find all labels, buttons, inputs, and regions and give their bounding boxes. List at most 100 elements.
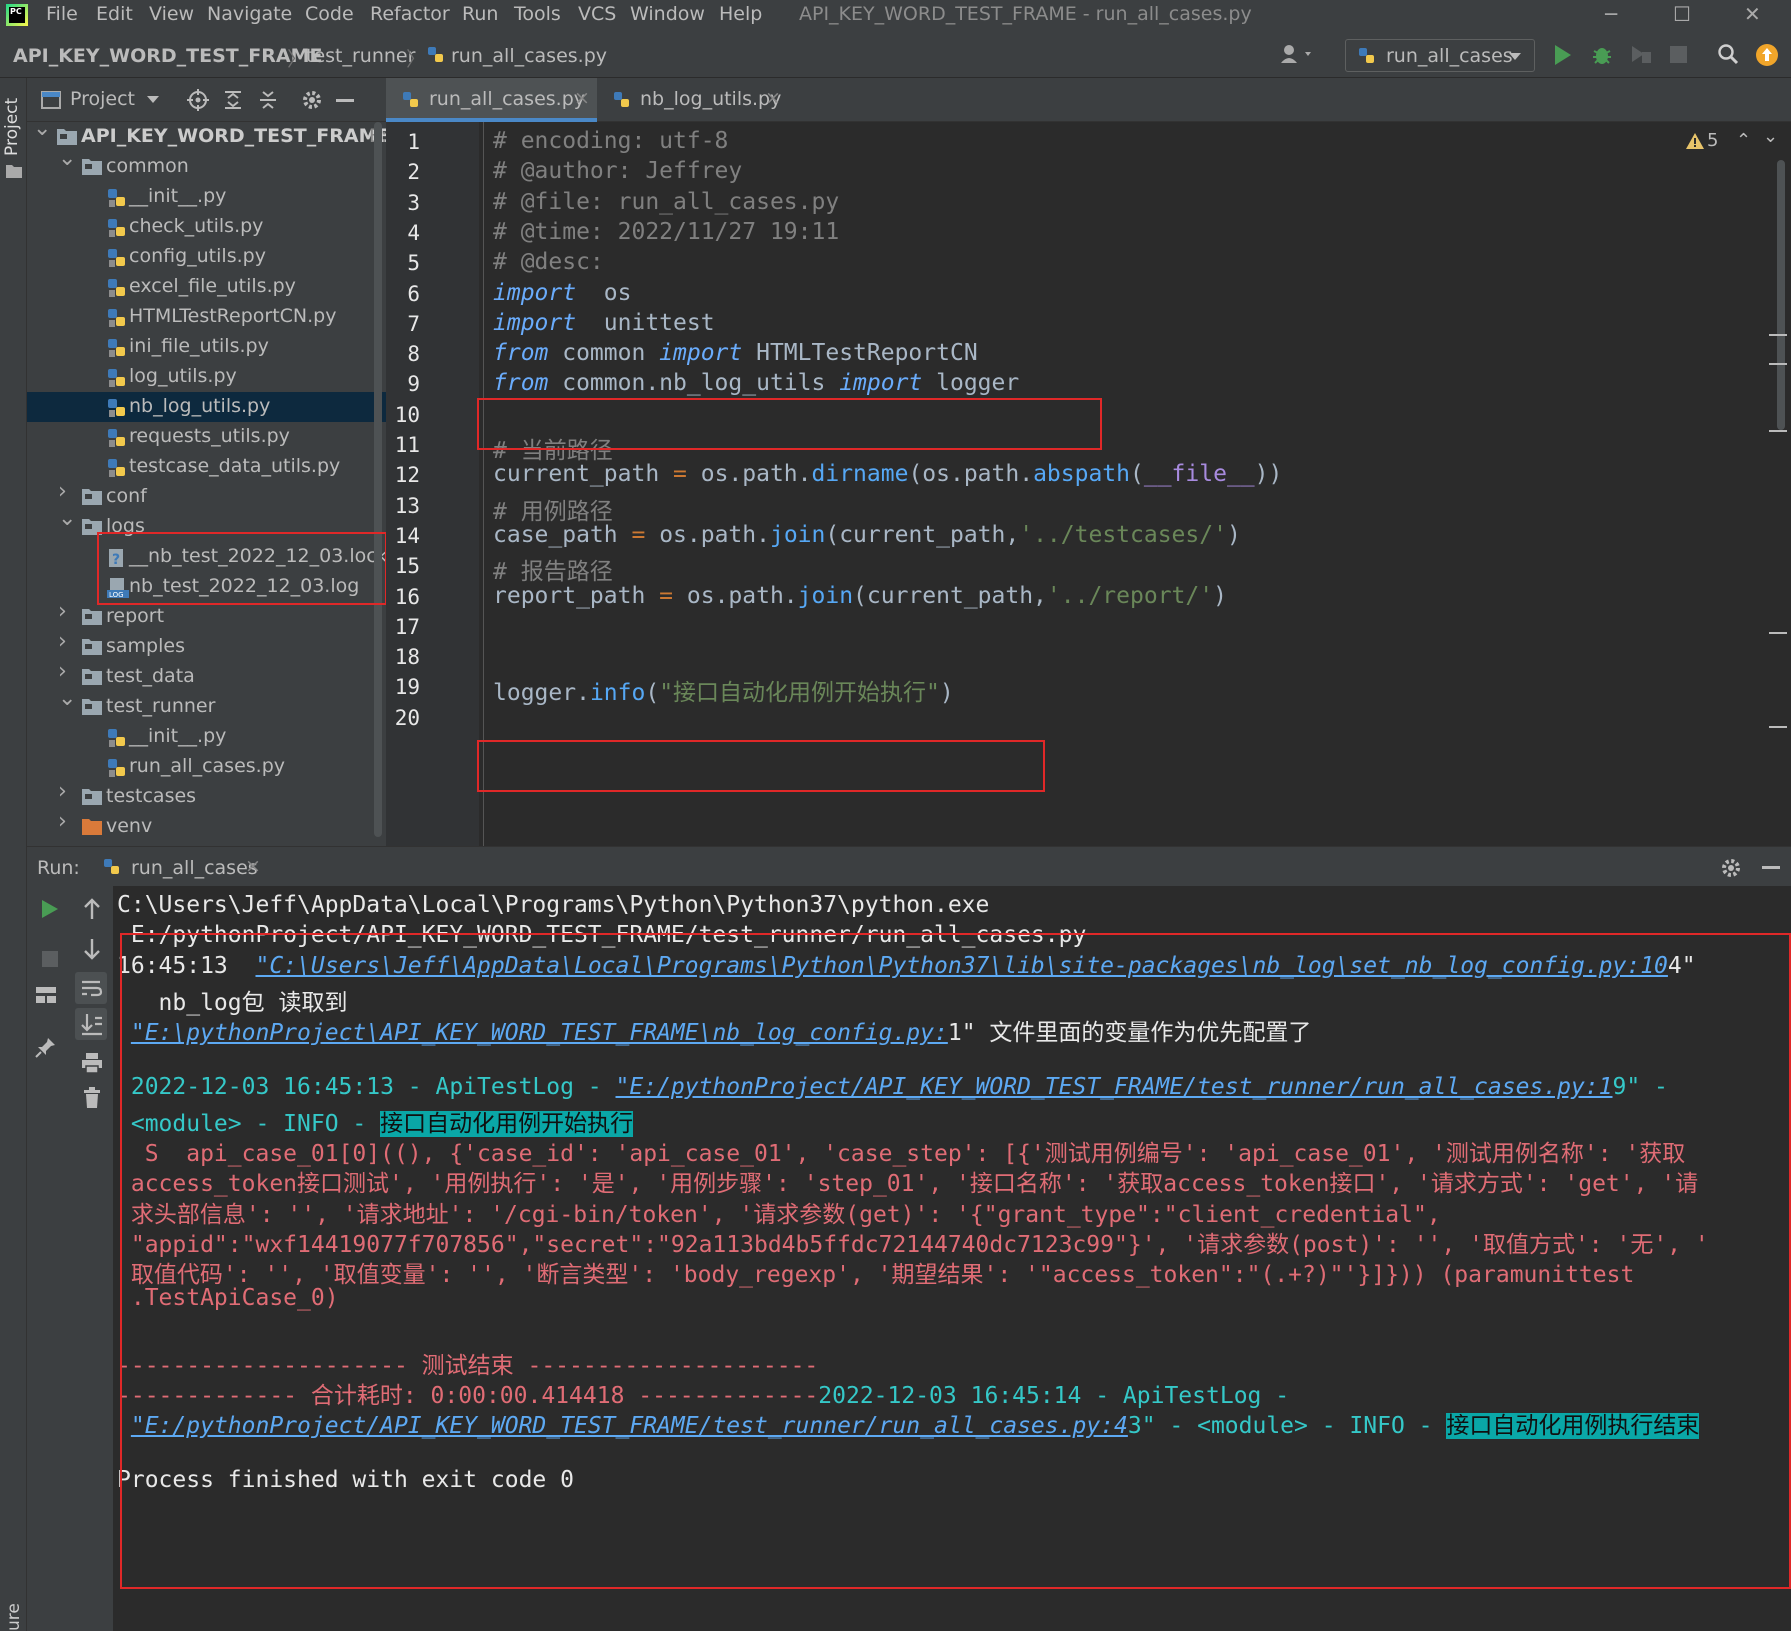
tree-file-row[interactable]: config_utils.py [27, 242, 386, 272]
close-icon[interactable]: × [765, 87, 781, 109]
code-editor[interactable]: 1 2 3 4 5 6 7 8 9 10 11 12 13 14 15 16 17 18 19 20 # encodi… [386, 122, 1791, 846]
tree-folder-row[interactable]: › venv [27, 809, 386, 842]
breadcrumb-file[interactable]: run_all_cases.py [451, 45, 607, 67]
tree-folder-row[interactable]: › report [27, 599, 386, 632]
expand-all-icon[interactable] [223, 90, 243, 110]
pin-icon[interactable] [35, 1036, 57, 1058]
structure-stripe-label[interactable]: ure [4, 1603, 24, 1631]
scroll-to-end-icon[interactable] [75, 1008, 107, 1040]
editor-scrollbar[interactable] [1777, 160, 1785, 430]
menu-item-tools[interactable]: Tools [514, 3, 561, 25]
menu-item-refactor[interactable]: Refactor [370, 3, 450, 25]
close-icon[interactable]: × [245, 855, 261, 877]
chevron-down-icon[interactable]: ⌄ [33, 116, 51, 141]
tree-file-row[interactable]: ini_file_utils.py [27, 332, 386, 362]
close-button[interactable]: ✕ [1744, 2, 1761, 26]
collapse-all-icon[interactable] [258, 90, 278, 110]
maximize-button[interactable]: ☐ [1673, 2, 1691, 26]
trash-icon[interactable] [83, 1087, 101, 1109]
tree-folder-row[interactable]: › testcases [27, 779, 386, 812]
file-link[interactable]: "C:\Users\Jeff\AppData\Local\Programs\Py… [255, 953, 1667, 979]
tree-folder-row[interactable]: › samples [27, 629, 386, 662]
minimize-icon[interactable] [1762, 866, 1780, 869]
tree-folder-row[interactable]: › test_data [27, 659, 386, 692]
menu-item-navigate[interactable]: Navigate [207, 3, 292, 25]
tab-run-all-cases[interactable]: run_all_cases.py × [386, 78, 597, 122]
tree-file-row[interactable]: log_utils.py [27, 362, 386, 392]
tree-folder-row[interactable]: ⌄ logs [27, 506, 386, 542]
user-icon[interactable] [1280, 44, 1316, 64]
chevron-right-icon[interactable]: › [58, 479, 67, 504]
tree-folder-row[interactable]: ⌄ test_runner [27, 686, 386, 722]
inspection-widget[interactable]: 5 ⌃ ⌄ [1686, 126, 1786, 158]
chevron-right-icon[interactable]: › [58, 779, 67, 804]
stop-icon[interactable] [42, 951, 58, 967]
settings-icon[interactable] [301, 89, 323, 111]
chevron-up-icon[interactable]: ⌃ [1736, 130, 1751, 151]
tab-nb-log-utils[interactable]: nb_log_utils.py × [597, 78, 797, 122]
scroll-up-icon[interactable] [83, 898, 101, 920]
breadcrumb-project[interactable]: API_KEY_WORD_TEST_FRAME [13, 45, 322, 67]
tree-folder-row[interactable]: ⌄ common [27, 146, 386, 182]
chevron-right-icon[interactable]: › [58, 659, 67, 684]
menu-item-edit[interactable]: Edit [96, 3, 133, 25]
menu-item-file[interactable]: File [46, 3, 78, 25]
layout-icon[interactable] [35, 986, 57, 1004]
stop-icon[interactable] [1670, 46, 1687, 63]
code-token: case_path [493, 521, 632, 548]
scroll-down-icon[interactable] [83, 938, 101, 960]
tree-file-row[interactable]: nb_log_utils.py [27, 392, 386, 422]
locate-icon[interactable] [187, 89, 209, 111]
tree-file-row[interactable]: excel_file_utils.py [27, 272, 386, 302]
chevron-down-icon[interactable]: ⌄ [58, 686, 76, 711]
chevron-down-icon[interactable]: ⌄ [58, 146, 76, 171]
menu-item-vcs[interactable]: VCS [578, 3, 616, 25]
search-icon[interactable] [1717, 43, 1739, 65]
debug-icon[interactable] [1591, 43, 1613, 65]
print-icon[interactable] [81, 1052, 103, 1074]
tree-file-row[interactable]: LOG nb_test_2022_12_03.log [27, 572, 386, 602]
tree-file-row[interactable]: testcase_data_utils.py [27, 452, 386, 482]
soft-wrap-icon[interactable] [75, 972, 107, 1004]
run-tab[interactable]: run_all_cases × [103, 847, 273, 887]
console-output[interactable]: C:\Users\Jeff\AppData\Local\Programs\Pyt… [113, 886, 1791, 1631]
tree-folder-row[interactable]: › conf [27, 479, 386, 512]
menu-item-view[interactable]: View [149, 3, 194, 25]
project-tool-button[interactable]: Project [2, 90, 26, 230]
chevron-down-icon[interactable]: ⌄ [1763, 126, 1778, 147]
tree-file-row[interactable]: requests_utils.py [27, 422, 386, 452]
update-icon[interactable] [1755, 43, 1779, 67]
tree-file-row[interactable]: HTMLTestReportCN.py [27, 302, 386, 332]
coverage-icon[interactable] [1630, 44, 1652, 64]
tree-file-row[interactable]: __init__.py [27, 722, 386, 752]
tree-folder-row[interactable]: ⌄API_KEY_WORD_TEST_FRAMEE: [27, 116, 390, 152]
settings-icon[interactable] [1720, 857, 1742, 879]
chevron-down-icon[interactable] [147, 96, 159, 104]
breadcrumb-folder[interactable]: test_runner [306, 45, 415, 67]
minimize-button[interactable]: ─ [1605, 2, 1617, 26]
console-line: 取值代码': '', '取值变量': '', '断言类型': 'body_reg… [117, 1255, 1634, 1289]
run-configuration-select[interactable]: run_all_cases [1345, 39, 1535, 72]
tree-file-row[interactable]: run_all_cases.py [27, 752, 386, 782]
code-token: os.path. [645, 521, 770, 548]
menu-item-code[interactable]: Code [305, 3, 354, 25]
file-link[interactable]: "E:/pythonProject/API_KEY_WORD_TEST_FRAM… [616, 1074, 1613, 1100]
close-icon[interactable]: × [574, 87, 590, 109]
menu-item-help[interactable]: Help [719, 3, 762, 25]
chevron-down-icon[interactable]: ⌄ [58, 506, 76, 531]
tree-file-row[interactable]: __init__.py [27, 182, 386, 212]
file-link[interactable]: "E:/pythonProject/API_KEY_WORD_TEST_FRAM… [131, 1413, 1128, 1439]
chevron-right-icon[interactable]: › [58, 809, 67, 834]
run-icon[interactable] [1553, 44, 1573, 66]
rerun-icon[interactable] [41, 899, 59, 919]
menu-item-run[interactable]: Run [462, 3, 498, 25]
tree-scrollbar[interactable] [374, 122, 382, 837]
tree-file-row[interactable]: ? __nb_test_2022_12_03.lock [27, 542, 388, 572]
file-link[interactable]: "E:\pythonProject\API_KEY_WORD_TEST_FRAM… [131, 1020, 948, 1046]
chevron-right-icon[interactable]: › [58, 599, 67, 624]
tree-file-row[interactable]: check_utils.py [27, 212, 386, 242]
chevron-right-icon[interactable]: › [58, 629, 67, 654]
project-view-select[interactable]: Project [70, 88, 135, 110]
menu-item-window[interactable]: Window [630, 3, 705, 25]
minimize-icon[interactable] [336, 99, 354, 102]
